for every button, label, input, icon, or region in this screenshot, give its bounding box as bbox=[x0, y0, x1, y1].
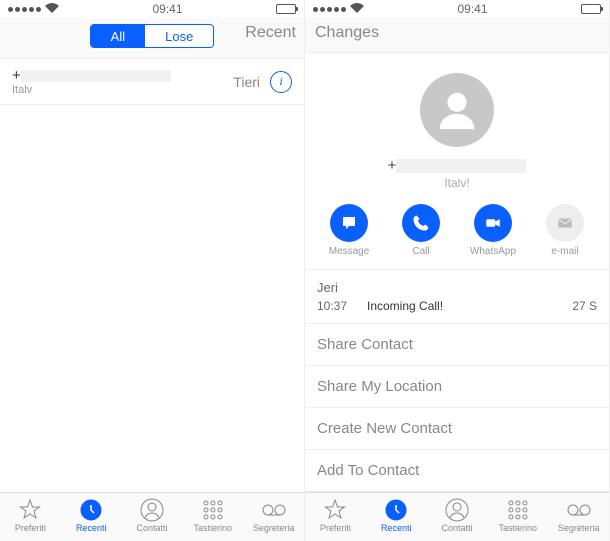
tab-voicemail[interactable]: Segreteria bbox=[243, 497, 304, 533]
log-time: 10:37 bbox=[317, 299, 367, 313]
call-button[interactable]: Call bbox=[395, 204, 447, 257]
tab-contacts[interactable]: Contatti bbox=[122, 497, 183, 533]
signal-dots-icon bbox=[8, 7, 41, 12]
tab-bar: Preferiti Recenti Contatti Tastierino Se… bbox=[0, 492, 304, 541]
contact-icon bbox=[122, 497, 183, 523]
keypad-icon bbox=[487, 497, 548, 523]
video-icon bbox=[474, 204, 512, 242]
status-bar: 09:41 bbox=[0, 0, 304, 18]
voicemail-icon bbox=[243, 497, 304, 523]
create-contact-button[interactable]: Create New Contact bbox=[305, 407, 609, 449]
clock-icon bbox=[61, 497, 122, 523]
star-icon bbox=[0, 497, 61, 523]
signal-dots-icon bbox=[313, 7, 346, 12]
header-title: Changes bbox=[305, 24, 609, 42]
wifi-icon bbox=[45, 3, 59, 16]
call-region: Italv bbox=[12, 84, 233, 96]
star-icon bbox=[305, 497, 366, 523]
clock-icon bbox=[366, 497, 427, 523]
avatar bbox=[420, 73, 494, 147]
status-bar: 09:41 bbox=[305, 0, 609, 18]
tab-contacts[interactable]: Contatti bbox=[427, 497, 488, 533]
segment-missed[interactable]: Lose bbox=[145, 25, 213, 47]
recents-screen: 09:41 All Lose Recent + Italv Tieri i Pr… bbox=[0, 0, 305, 541]
message-button[interactable]: Message bbox=[323, 204, 375, 257]
email-button[interactable]: e-mail bbox=[539, 204, 591, 257]
info-icon[interactable]: i bbox=[270, 71, 292, 93]
tab-favorites[interactable]: Preferiti bbox=[0, 497, 61, 533]
tab-keypad[interactable]: Tastierino bbox=[487, 497, 548, 533]
contact-detail-screen: 09:41 Changes + Italv! Message Call bbox=[305, 0, 610, 541]
tab-recents[interactable]: Recenti bbox=[366, 497, 427, 533]
message-icon bbox=[330, 204, 368, 242]
share-location-button[interactable]: Share My Location bbox=[305, 365, 609, 407]
call-number: + bbox=[12, 67, 233, 84]
whatsapp-button[interactable]: WhatsApp bbox=[467, 204, 519, 257]
detail-header: Changes bbox=[305, 18, 609, 53]
segment-all[interactable]: All bbox=[91, 25, 145, 47]
recent-calls-list: + Italv Tieri i bbox=[0, 59, 304, 492]
tab-voicemail[interactable]: Segreteria bbox=[548, 497, 609, 533]
add-to-contact-button[interactable]: Add To Contact bbox=[305, 449, 609, 492]
keypad-icon bbox=[182, 497, 243, 523]
tab-keypad[interactable]: Tastierino bbox=[182, 497, 243, 533]
contact-phone: + bbox=[305, 157, 609, 174]
contact-icon bbox=[427, 497, 488, 523]
phone-icon bbox=[402, 204, 440, 242]
battery-icon bbox=[276, 4, 296, 14]
voicemail-icon bbox=[548, 497, 609, 523]
contact-detail-content[interactable]: + Italv! Message Call WhatsApp e-mail Je… bbox=[305, 53, 609, 492]
status-time: 09:41 bbox=[457, 2, 487, 16]
status-time: 09:41 bbox=[152, 2, 182, 16]
mail-icon bbox=[546, 204, 584, 242]
tab-bar: Preferiti Recenti Contatti Tastierino Se… bbox=[305, 492, 609, 541]
call-log: Jeri 10:37 Incoming Call! 27 S bbox=[305, 269, 609, 323]
log-type: Incoming Call! bbox=[367, 299, 572, 313]
battery-icon bbox=[581, 4, 601, 14]
log-day: Jeri bbox=[317, 280, 597, 295]
tab-favorites[interactable]: Preferiti bbox=[305, 497, 366, 533]
action-buttons: Message Call WhatsApp e-mail bbox=[305, 190, 609, 263]
call-day: Tieri bbox=[233, 74, 260, 90]
wifi-icon bbox=[350, 3, 364, 16]
filter-segmented-control[interactable]: All Lose bbox=[90, 24, 215, 48]
share-contact-button[interactable]: Share Contact bbox=[305, 323, 609, 365]
log-duration: 27 S bbox=[572, 299, 597, 313]
tab-recents[interactable]: Recenti bbox=[61, 497, 122, 533]
recent-call-item[interactable]: + Italv Tieri i bbox=[0, 59, 304, 105]
contact-region: Italv! bbox=[305, 176, 609, 190]
header-title: Recent bbox=[245, 24, 296, 42]
